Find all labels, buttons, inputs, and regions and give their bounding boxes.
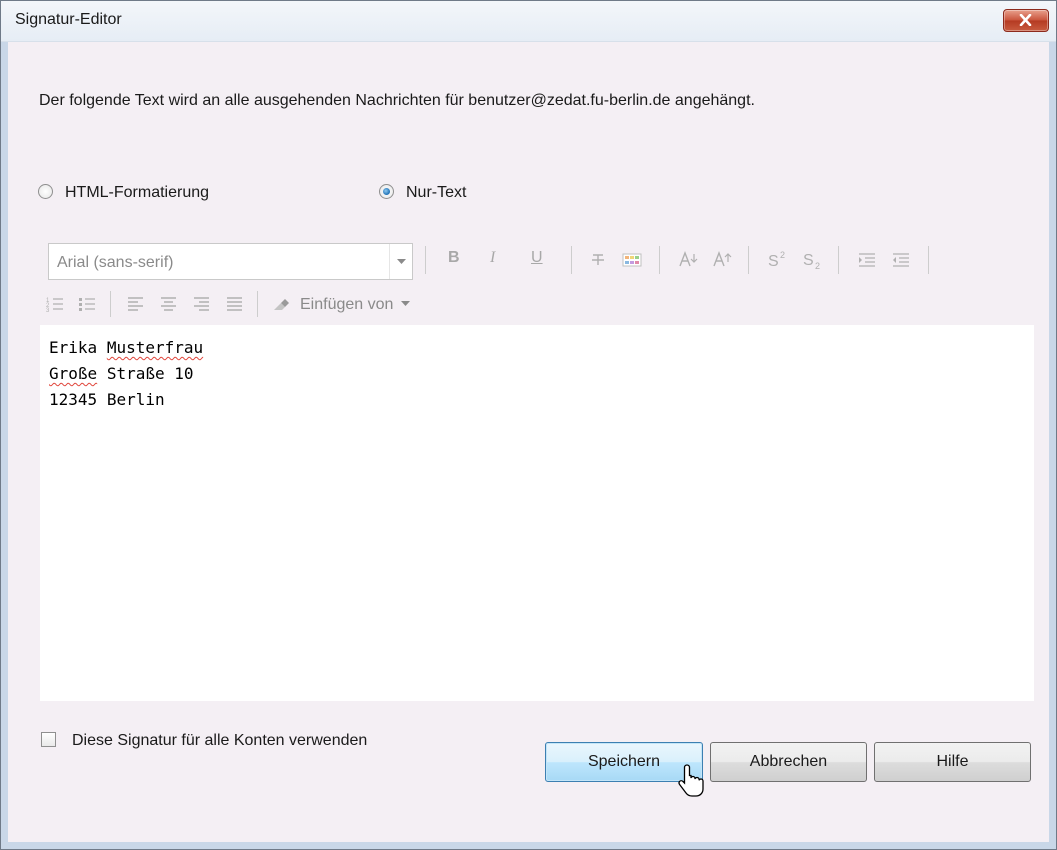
font-family-value: Arial (sans-serif)	[57, 254, 174, 271]
use-for-all-accounts-label: Diese Signatur für alle Konten verwenden	[72, 732, 368, 749]
plain-text-option[interactable]: Nur-Text	[379, 184, 466, 202]
signature-text-area[interactable]: Erika Musterfrau Große Straße 10 12345 B…	[40, 325, 1034, 701]
insert-from-menu[interactable]: Einfügen von	[300, 296, 410, 314]
svg-text:2: 2	[815, 261, 820, 270]
html-format-label: HTML-Formatierung	[65, 184, 210, 201]
description-text: Der folgende Text wird an alle ausgehend…	[39, 92, 755, 109]
toolbar-separator	[110, 291, 111, 317]
svg-text:3: 3	[46, 308, 50, 312]
toolbar-separator	[748, 246, 749, 274]
toolbar-separator	[659, 246, 660, 274]
align-left-icon[interactable]	[127, 296, 144, 312]
signature-line-2: Große Straße 10	[49, 364, 194, 383]
font-family-select[interactable]: Arial (sans-serif)	[48, 243, 413, 280]
bold-button[interactable]: B	[448, 249, 460, 267]
dialog-client-area: Der folgende Text wird an alle ausgehend…	[8, 42, 1049, 842]
plain-text-label: Nur-Text	[406, 184, 467, 201]
use-for-all-accounts-option[interactable]: Diese Signatur für alle Konten verwenden	[41, 732, 367, 750]
help-button[interactable]: Hilfe	[874, 742, 1031, 782]
toolbar-separator	[838, 246, 839, 274]
close-button[interactable]	[1003, 9, 1049, 32]
align-center-icon[interactable]	[160, 296, 177, 312]
chevron-down-icon	[400, 301, 410, 306]
close-icon	[1019, 14, 1032, 26]
mouse-cursor-icon	[678, 764, 704, 797]
window-title: Signatur-Editor	[15, 11, 122, 28]
font-size-increase-icon[interactable]	[679, 250, 699, 268]
html-format-option[interactable]: HTML-Formatierung	[38, 184, 209, 202]
align-justify-icon[interactable]	[226, 296, 243, 312]
highlight-color-icon[interactable]	[622, 252, 642, 268]
font-select-dropdown-button[interactable]	[389, 244, 412, 279]
text-color-icon[interactable]	[590, 252, 606, 268]
numbered-list-icon[interactable]: 1 2 3	[46, 296, 64, 312]
eraser-icon[interactable]	[272, 298, 290, 312]
subscript-icon[interactable]: S 2	[803, 250, 825, 270]
svg-text:S: S	[803, 252, 814, 269]
font-size-decrease-icon[interactable]	[713, 250, 733, 268]
cancel-button[interactable]: Abbrechen	[710, 742, 867, 782]
outdent-icon[interactable]	[892, 252, 910, 268]
toolbar-separator	[425, 246, 426, 274]
insert-from-label: Einfügen von	[300, 296, 394, 313]
signature-text: Erika Musterfrau Große Straße 10 12345 B…	[49, 335, 203, 413]
html-format-radio[interactable]	[38, 184, 53, 199]
toolbar-separator	[928, 246, 929, 274]
superscript-icon[interactable]: S 2	[768, 250, 790, 268]
indent-icon[interactable]	[858, 252, 876, 268]
signature-line-3: 12345 Berlin	[49, 390, 165, 409]
chevron-down-icon	[397, 259, 406, 264]
underline-button[interactable]: U	[531, 249, 543, 267]
bullet-list-icon[interactable]	[78, 296, 96, 312]
toolbar-separator	[257, 291, 258, 317]
plain-text-radio[interactable]	[379, 184, 394, 199]
italic-button[interactable]: I	[490, 249, 495, 267]
toolbar-separator	[571, 246, 572, 274]
svg-text:2: 2	[780, 250, 785, 260]
svg-text:S: S	[768, 253, 779, 268]
align-right-icon[interactable]	[193, 296, 210, 312]
title-bar[interactable]: Signatur-Editor	[1, 1, 1056, 42]
signature-line-1: Erika Musterfrau	[49, 338, 204, 357]
signature-editor-dialog: Signatur-Editor Der folgende Text wird a…	[0, 0, 1057, 850]
use-for-all-accounts-checkbox[interactable]	[41, 732, 56, 747]
